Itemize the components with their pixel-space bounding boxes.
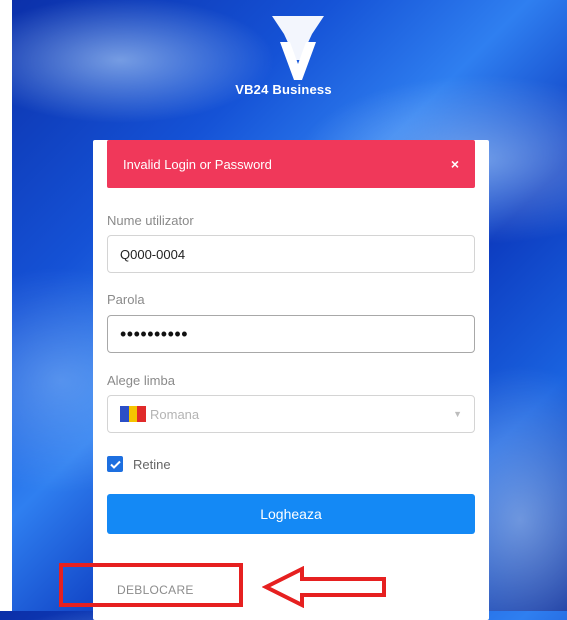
brand-name: VB24 Business xyxy=(235,82,332,97)
language-select[interactable]: Romana ▼ xyxy=(107,395,475,433)
vb-logo-icon xyxy=(272,16,324,80)
language-label: Alege limba xyxy=(107,373,175,388)
red-arrow-icon xyxy=(262,566,386,608)
highlight-box xyxy=(59,563,243,607)
username-label: Nume utilizator xyxy=(107,213,194,228)
check-icon xyxy=(109,460,121,469)
remember-label: Retine xyxy=(133,456,171,472)
alert-message: Invalid Login or Password xyxy=(123,156,272,172)
username-field[interactable]: Q000-0004 xyxy=(107,235,475,273)
password-value: •••••••••• xyxy=(120,323,189,344)
error-alert: Invalid Login or Password × xyxy=(107,140,475,188)
romania-flag-icon xyxy=(120,406,147,422)
close-icon[interactable]: × xyxy=(451,156,459,172)
remember-row: Retine xyxy=(107,456,171,472)
password-label: Parola xyxy=(107,292,145,307)
password-field[interactable]: •••••••••• xyxy=(107,315,475,353)
login-button[interactable]: Logheaza xyxy=(107,494,475,534)
login-card: Invalid Login or Password × Nume utiliza… xyxy=(93,140,489,620)
remember-checkbox[interactable] xyxy=(107,456,123,472)
chevron-down-icon: ▼ xyxy=(453,409,462,419)
username-value: Q000-0004 xyxy=(120,246,186,262)
language-value: Romana xyxy=(150,406,200,422)
